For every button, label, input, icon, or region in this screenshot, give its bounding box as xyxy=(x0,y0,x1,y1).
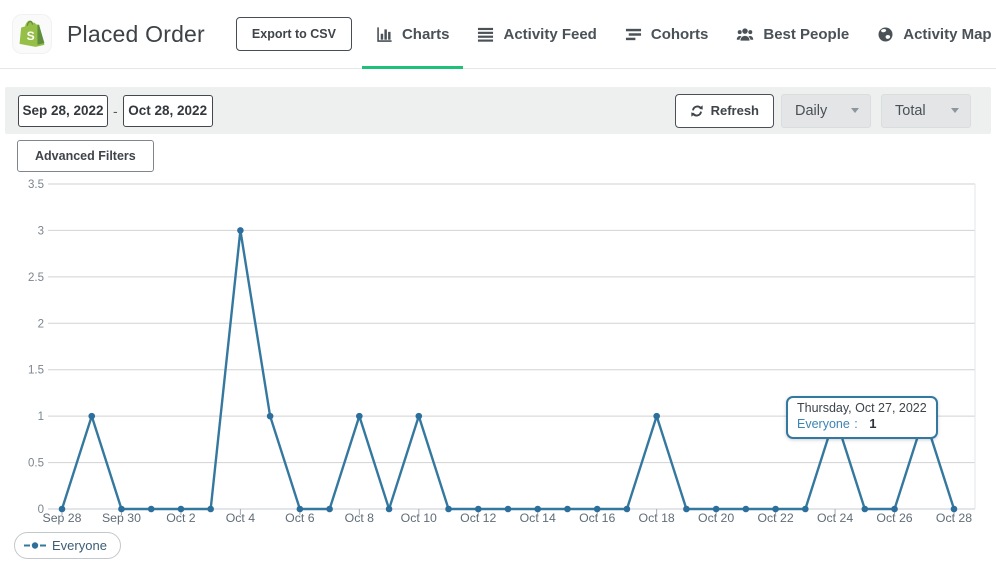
x-axis-tick-label: Oct 16 xyxy=(579,511,615,525)
data-point[interactable] xyxy=(118,506,125,513)
chart-panel: 3.532.521.510.50Sep 28Sep 30Oct 2Oct 4Oc… xyxy=(0,172,996,566)
line-chart[interactable]: 3.532.521.510.50Sep 28Sep 30Oct 2Oct 4Oc… xyxy=(0,172,996,566)
data-point[interactable] xyxy=(891,506,898,513)
x-axis-tick-label: Oct 2 xyxy=(166,511,196,525)
chevron-down-icon xyxy=(851,108,859,113)
refresh-icon xyxy=(690,104,704,118)
metric-select-value: Total xyxy=(895,103,951,119)
tab-label: Activity Map xyxy=(903,26,991,43)
legend-everyone[interactable]: Everyone xyxy=(14,532,121,559)
data-point[interactable] xyxy=(743,506,750,513)
y-axis-tick-label: 3 xyxy=(38,225,44,237)
x-axis-tick-label: Oct 18 xyxy=(639,511,675,525)
data-point[interactable] xyxy=(59,506,66,513)
chart-tooltip: Thursday, Oct 27, 2022 Everyone : 1 xyxy=(786,396,938,439)
legend-label: Everyone xyxy=(52,538,107,553)
x-axis-tick-label: Oct 24 xyxy=(817,511,853,525)
data-point[interactable] xyxy=(505,506,512,513)
legend-line-marker-icon xyxy=(24,541,46,550)
advanced-filters-button[interactable]: Advanced Filters xyxy=(17,140,154,172)
page-title: Placed Order xyxy=(67,21,205,48)
data-point[interactable] xyxy=(416,413,423,420)
data-point[interactable] xyxy=(356,413,363,420)
tooltip-separator: : xyxy=(854,417,857,431)
data-point[interactable] xyxy=(88,413,95,420)
x-axis-tick-label: Oct 4 xyxy=(226,511,256,525)
data-point[interactable] xyxy=(326,506,333,513)
y-axis-tick-label: 1 xyxy=(38,411,44,423)
data-point[interactable] xyxy=(772,506,779,513)
svg-text:S: S xyxy=(27,29,35,43)
refresh-button[interactable]: Refresh xyxy=(675,94,774,128)
interval-select-value: Daily xyxy=(795,103,851,119)
tab-label: Activity Feed xyxy=(503,26,596,43)
x-axis-tick-label: Oct 10 xyxy=(401,511,437,525)
y-axis-tick-label: 2.5 xyxy=(28,272,44,284)
data-point[interactable] xyxy=(297,506,304,513)
data-point[interactable] xyxy=(683,506,690,513)
tooltip-value: 1 xyxy=(869,416,876,431)
tab-best-people[interactable]: Best People xyxy=(722,0,863,68)
chevron-down-icon xyxy=(951,108,959,113)
x-axis-tick-label: Oct 8 xyxy=(345,511,375,525)
data-point[interactable] xyxy=(951,506,958,513)
y-axis-tick-label: 0.5 xyxy=(28,458,44,470)
data-point[interactable] xyxy=(713,506,720,513)
x-axis-tick-label: Oct 20 xyxy=(698,511,734,525)
interval-select[interactable]: Daily xyxy=(781,94,871,128)
data-point[interactable] xyxy=(594,506,601,513)
data-point[interactable] xyxy=(267,413,274,420)
shopify-logo-icon: S xyxy=(13,15,51,53)
data-point[interactable] xyxy=(862,506,869,513)
x-axis-tick-label: Oct 28 xyxy=(936,511,972,525)
data-point[interactable] xyxy=(386,506,393,513)
tab-label: Cohorts xyxy=(651,26,709,43)
y-axis-tick-label: 3.5 xyxy=(28,179,44,191)
export-to-csv-button[interactable]: Export to CSV xyxy=(236,17,352,51)
refresh-label: Refresh xyxy=(711,103,759,118)
filters-row: Advanced Filters xyxy=(17,140,996,172)
x-axis-tick-label: Oct 12 xyxy=(460,511,496,525)
tab-label: Charts xyxy=(402,26,450,43)
data-point[interactable] xyxy=(237,227,244,234)
app-header: S Placed Order Export to CSV Charts Activ… xyxy=(0,0,996,69)
data-point[interactable] xyxy=(653,413,660,420)
data-point[interactable] xyxy=(534,506,541,513)
tab-label: Best People xyxy=(763,26,849,43)
date-range-separator: - xyxy=(113,103,118,119)
x-axis-tick-label: Oct 6 xyxy=(285,511,315,525)
bar-chart-icon xyxy=(376,26,393,43)
start-date-input[interactable]: Sep 28, 2022 xyxy=(18,95,108,127)
data-point[interactable] xyxy=(178,506,185,513)
tooltip-date: Thursday, Oct 27, 2022 xyxy=(797,401,927,415)
list-icon xyxy=(477,26,494,43)
tab-charts[interactable]: Charts xyxy=(362,0,464,68)
tab-activity-map[interactable]: Activity Map xyxy=(863,0,996,68)
cohorts-icon xyxy=(625,26,642,43)
tab-activity-feed[interactable]: Activity Feed xyxy=(463,0,610,68)
x-axis-tick-label: Oct 22 xyxy=(757,511,793,525)
x-axis-tick-label: Oct 14 xyxy=(520,511,556,525)
people-icon xyxy=(736,26,754,43)
x-axis-tick-label: Sep 28 xyxy=(43,511,82,525)
data-point[interactable] xyxy=(207,506,214,513)
tab-bar: Charts Activity Feed Cohorts Best People Act… xyxy=(362,0,996,68)
y-axis-tick-label: 2 xyxy=(38,318,44,330)
y-axis-tick-label: 1.5 xyxy=(28,365,44,377)
data-point[interactable] xyxy=(445,506,452,513)
end-date-input[interactable]: Oct 28, 2022 xyxy=(123,95,213,127)
x-axis-tick-label: Oct 26 xyxy=(876,511,912,525)
data-point[interactable] xyxy=(564,506,571,513)
x-axis-tick-label: Sep 30 xyxy=(102,511,141,525)
filter-toolbar: Sep 28, 2022 - Oct 28, 2022 Refresh Dail… xyxy=(5,87,991,134)
globe-icon xyxy=(877,26,894,43)
data-point[interactable] xyxy=(624,506,631,513)
data-point[interactable] xyxy=(802,506,809,513)
metric-select[interactable]: Total xyxy=(881,94,971,128)
tab-cohorts[interactable]: Cohorts xyxy=(611,0,723,68)
data-point[interactable] xyxy=(148,506,155,513)
data-point[interactable] xyxy=(475,506,482,513)
tooltip-series-label: Everyone xyxy=(797,417,850,431)
active-tab-underline xyxy=(362,66,464,69)
